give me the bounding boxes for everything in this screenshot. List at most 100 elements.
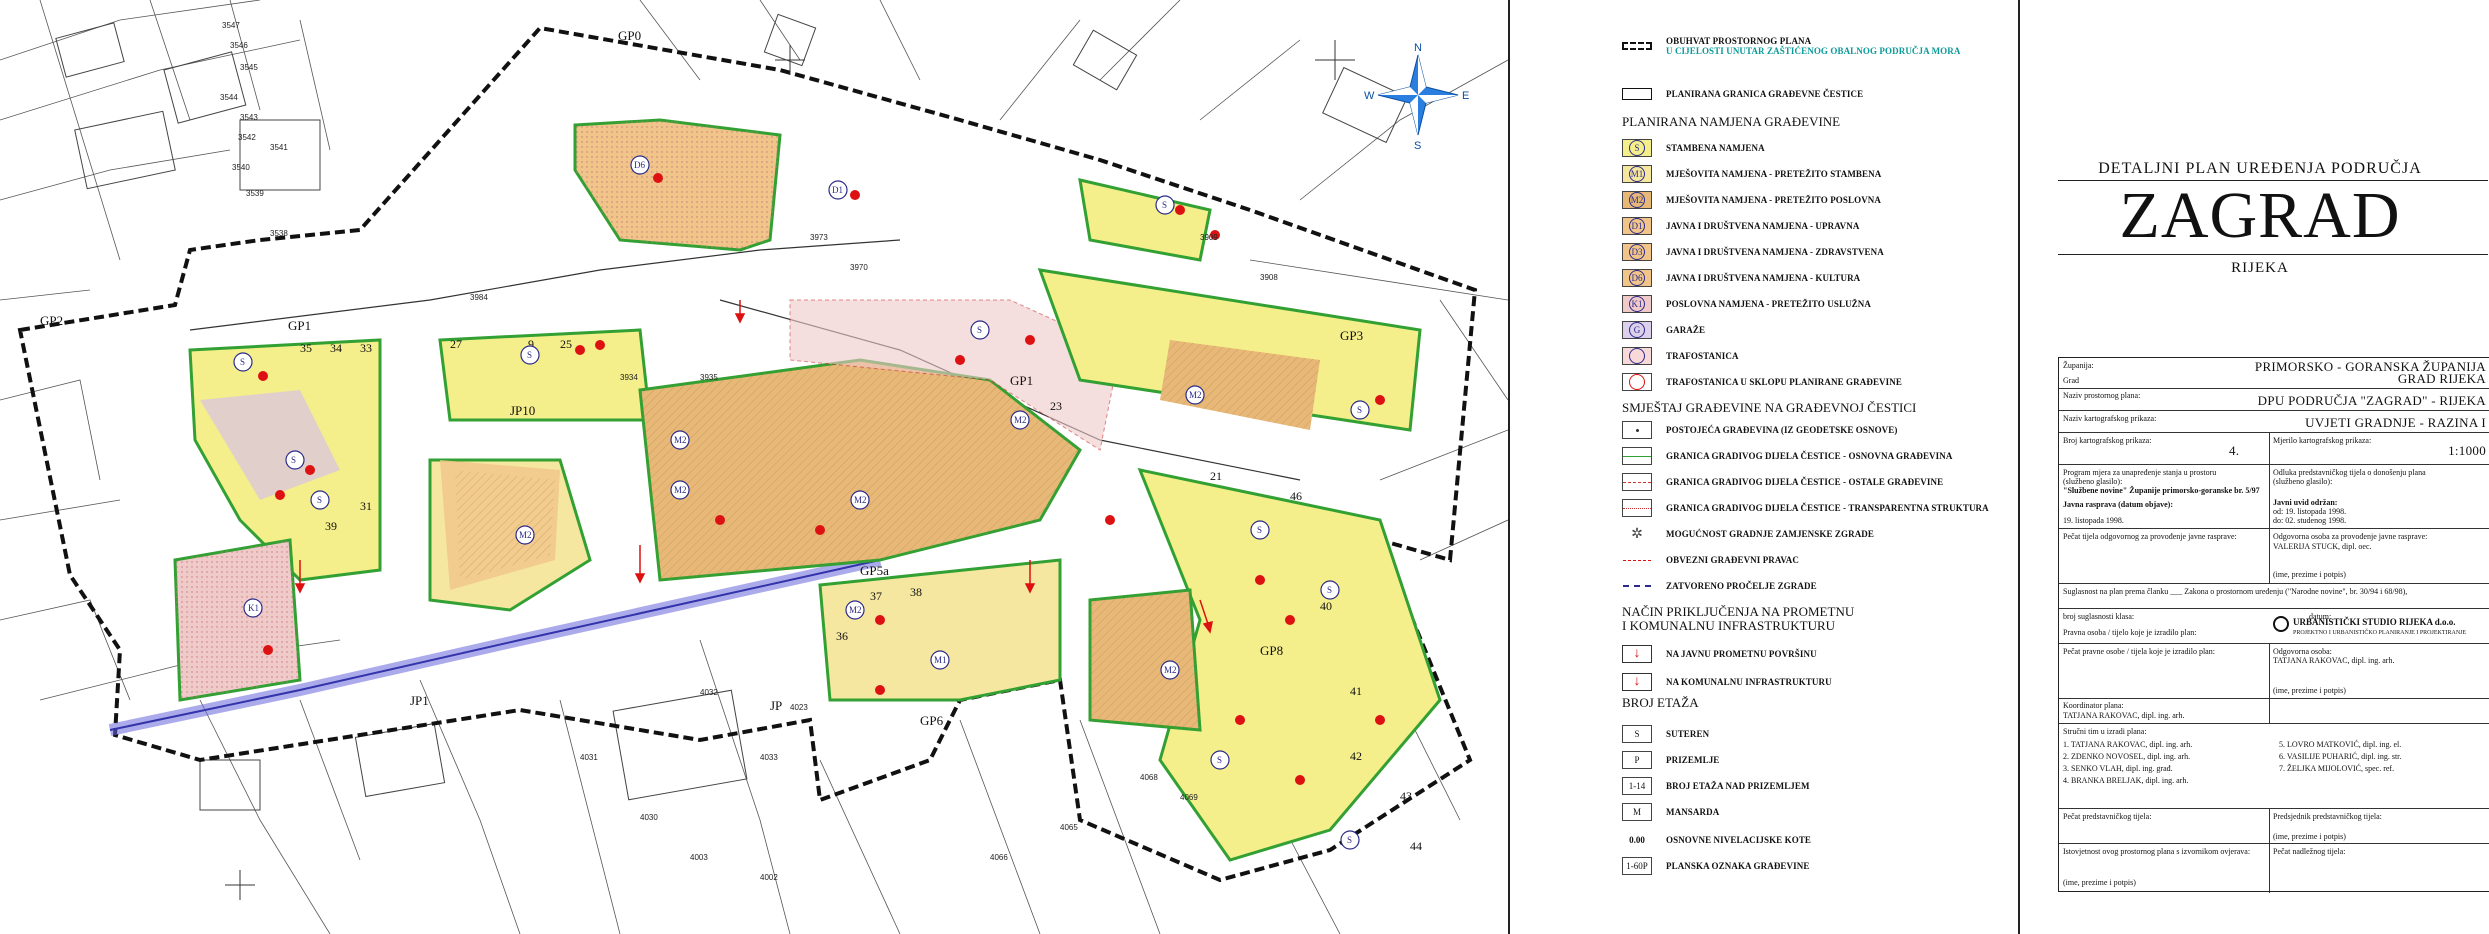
svg-text:S: S <box>1327 585 1332 595</box>
plan-subtitle: DETALJNI PLAN UREĐENJA PODRUČJA <box>2098 160 2422 177</box>
other-label: PLANSKA OZNAKA GRAĐEVINE <box>1666 861 1810 871</box>
legend-utility-connection: ↓ NA KOMUNALNU INFRASTRUKTURU <box>1622 672 1832 692</box>
compass-n: N <box>1414 42 1422 54</box>
svg-text:S: S <box>1357 405 1362 415</box>
use-symbol-circle: D6 <box>1629 270 1645 286</box>
legend-floor-item: M MANSARDA <box>1622 802 1719 822</box>
studio-logo <box>2273 616 2289 632</box>
svg-text:GP1: GP1 <box>1010 373 1033 388</box>
legend-placement-item: GRANICA GRADIVOG DIJELA ČESTICE - TRANSP… <box>1622 498 1989 518</box>
map-canvas: GP0GP1 GP2GP3 GP1GP5a GP6GP8 JP10JP1 JP … <box>0 0 1508 934</box>
legend-floor-item: P PRIZEMLJE <box>1622 750 1719 770</box>
svg-text:41: 41 <box>1350 684 1362 698</box>
title-block-table: Županija: PRIMORSKO - GORANSKA ŽUPANIJA … <box>2058 357 2489 893</box>
utility-arrow-icon: ↓ <box>1622 673 1652 691</box>
legend-parcel-label: PLANIRANA GRANICA GRAĐEVNE ČESTICE <box>1666 89 1864 99</box>
placement-label: POSTOJEĆA GRAĐEVINA (IZ GEODETSKE OSNOVE… <box>1666 425 1898 435</box>
legend-use-item: D1 JAVNA I DRUŠTVENA NAMJENA - UPRAVNA <box>1622 216 1859 236</box>
placement-label: GRANICA GRADIVOG DIJELA ČESTICE - OSNOVN… <box>1666 451 1953 461</box>
map-panel[interactable]: GP0 GP1 GP2 GP3 GP1 GP5a GP6 GP8 JP10 JP1 JP … <box>0 0 1510 934</box>
team-member-7: 7. ŽELJKA MIJOLOVIĆ, spec. ref. <box>2279 764 2395 773</box>
inspection-to: do: 02. studenog 1998. <box>2273 516 2347 525</box>
svg-text:GP0: GP0 <box>618 28 641 43</box>
svg-text:4066: 4066 <box>990 853 1008 862</box>
team-member-4: 4. BRANKA BRELJAK, dipl. ing. arh. <box>2063 776 2189 785</box>
svg-text:3543: 3543 <box>240 113 258 122</box>
floor-symbol-icon: S <box>1622 725 1652 743</box>
svg-text:4033: 4033 <box>760 753 778 762</box>
title-rule-bottom <box>2058 254 2488 255</box>
floor-symbol-icon: 1-14 <box>1622 777 1652 795</box>
svg-text:S: S <box>1257 525 1262 535</box>
svg-text:36: 36 <box>836 629 848 643</box>
team-label: Stručni tim u izradi plana: <box>2063 727 2147 736</box>
responsible-label-2: Odgovorna osoba: <box>2273 647 2332 656</box>
svg-text:43: 43 <box>1400 789 1412 803</box>
legend-use-item: M1 MJEŠOVITA NAMJENA - PRETEŽITO STAMBENA <box>1622 164 1881 184</box>
svg-text:4030: 4030 <box>640 813 658 822</box>
svg-text:S: S <box>291 455 296 465</box>
svg-text:M1: M1 <box>934 655 947 665</box>
svg-text:M2: M2 <box>674 435 687 445</box>
use-color-swatch: M2 <box>1622 191 1652 209</box>
svg-text:M2: M2 <box>849 605 862 615</box>
svg-text:M2: M2 <box>1014 415 1027 425</box>
svg-text:GP6: GP6 <box>920 713 944 728</box>
legend-placement-item: POSTOJEĆA GRAĐEVINA (IZ GEODETSKE OSNOVE… <box>1622 420 1897 440</box>
placement-label: GRANICA GRADIVOG DIJELA ČESTICE - TRANSP… <box>1666 503 1989 513</box>
legend-boundary-sub: U CIJELOSTI UNUTAR ZAŠTIĆENOG OBALNOG PO… <box>1666 46 1961 56</box>
svg-text:46: 46 <box>1290 489 1302 503</box>
placement-line-icon: ✲ <box>1631 526 1643 542</box>
svg-text:GP3: GP3 <box>1340 328 1363 343</box>
floor-label: MANSARDA <box>1666 807 1720 817</box>
value-map-number: 4. <box>2229 443 2240 458</box>
legend-road-connection: ↓ NA JAVNU PROMETNU POVRŠINU <box>1622 644 1817 664</box>
svg-text:3984: 3984 <box>470 293 488 302</box>
svg-text:3542: 3542 <box>238 133 256 142</box>
svg-text:33: 33 <box>360 341 372 355</box>
other-symbol-box: 1-60P <box>1622 857 1652 875</box>
svg-text:3935: 3935 <box>700 373 718 382</box>
title-panel: DETALJNI PLAN UREĐENJA PODRUČJA ZAGRAD R… <box>2020 0 2489 934</box>
use-color-swatch: D6 <box>1622 269 1652 287</box>
value-county: PRIMORSKO - GORANSKA ŽUPANIJA <box>2254 359 2486 374</box>
svg-text:4065: 4065 <box>1060 823 1078 832</box>
use-symbol-circle: M2 <box>1629 192 1645 208</box>
use-label: MJEŠOVITA NAMJENA - PRETEŽITO POSLOVNA <box>1666 195 1881 205</box>
svg-text:35: 35 <box>300 341 312 355</box>
placement-line-icon <box>1622 499 1652 517</box>
signature-note-2: (ime, prezime i potpis) <box>2273 686 2346 695</box>
use-symbol-icon: D6 <box>1622 269 1652 287</box>
responsible-value-2: TATJANA RAKOVAC, dipl. ing. arh. <box>2273 656 2395 665</box>
svg-text:3546: 3546 <box>230 41 248 50</box>
use-color-swatch: M1 <box>1622 165 1652 183</box>
program-line-3: "Službene novine" Županije primorsko-gor… <box>2063 486 2260 495</box>
team-member-1: 1. TATJANA RAKOVAC, dipl. ing. arh. <box>2063 740 2193 749</box>
program-line-2: (službeno glasilo): <box>2063 477 2123 486</box>
use-label: MJEŠOVITA NAMJENA - PRETEŽITO STAMBENA <box>1666 169 1882 179</box>
use-symbol-circle: M1 <box>1629 166 1645 182</box>
use-label: JAVNA I DRUŠTVENA NAMJENA - UPRAVNA <box>1666 221 1860 231</box>
floor-symbol-box: S <box>1622 725 1652 743</box>
placement-line-icon <box>1622 447 1652 465</box>
program-line-1: Program mjera za unapređenje stanja u pr… <box>2063 468 2217 477</box>
svg-text:3908: 3908 <box>1260 273 1278 282</box>
stamp-label-3: Pečat predstavničkog tijela: <box>2063 812 2152 821</box>
legend-use-item: G GARAŽE <box>1622 320 1705 340</box>
value-city: GRAD RIJEKA <box>2397 371 2486 386</box>
plan-title: ZAGRAD <box>2119 179 2401 252</box>
use-symbol-icon: K1 <box>1622 295 1652 313</box>
boundary-icon <box>1622 37 1652 55</box>
svg-text:GP5a: GP5a <box>860 563 889 578</box>
studio-name: URBANISTIČKI STUDIO RIJEKA d.o.o. <box>2293 617 2456 627</box>
svg-text:4002: 4002 <box>760 873 778 882</box>
svg-text:44: 44 <box>1410 839 1422 853</box>
use-color-swatch: D1 <box>1622 217 1652 235</box>
svg-text:4031: 4031 <box>580 753 598 762</box>
floor-label: BROJ ETAŽA NAD PRIZEMLJEM <box>1666 781 1810 791</box>
svg-text:S: S <box>1217 755 1222 765</box>
use-symbol-icon: S <box>1622 139 1652 157</box>
svg-text:JP: JP <box>770 698 782 713</box>
svg-text:M2: M2 <box>519 530 532 540</box>
svg-text:3973: 3973 <box>810 233 828 242</box>
